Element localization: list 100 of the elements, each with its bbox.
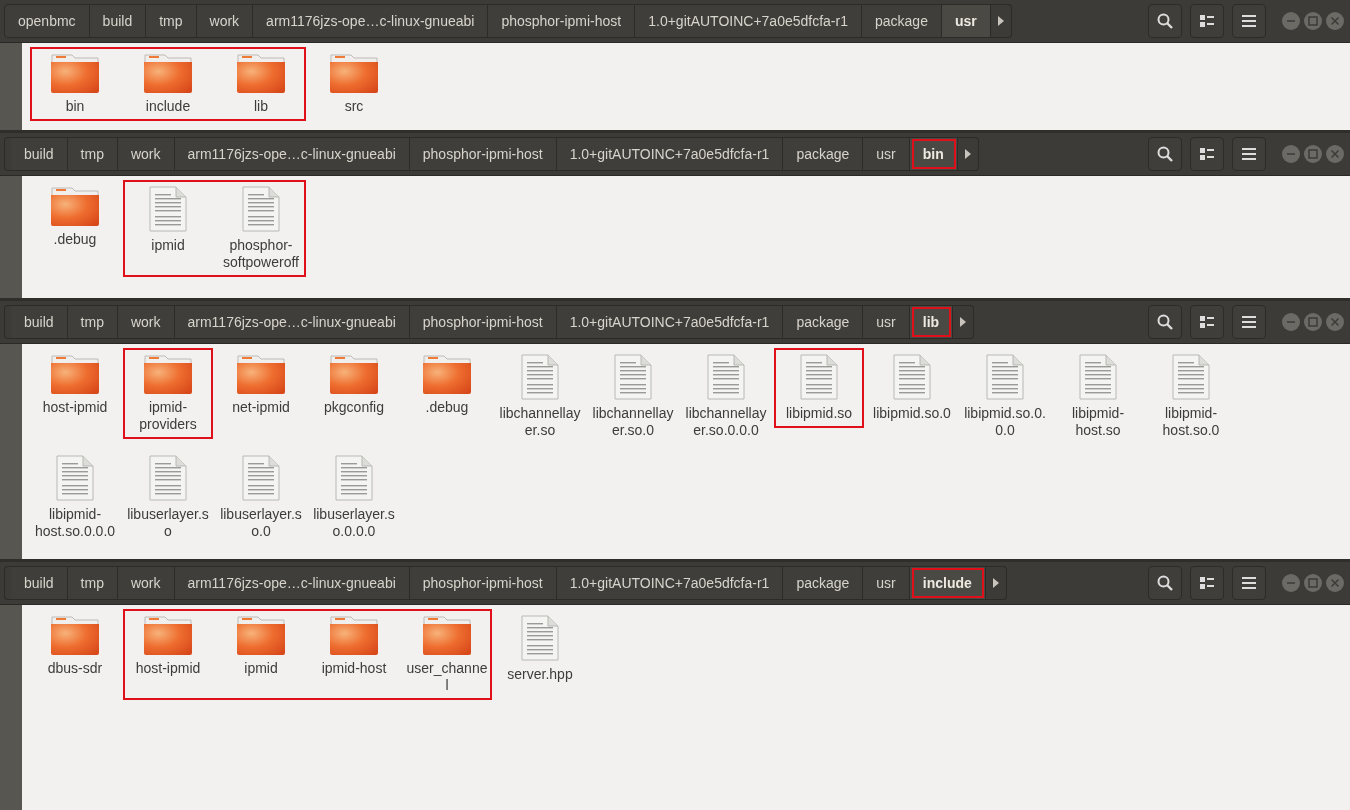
breadcrumb-button[interactable]: build: [11, 305, 68, 339]
document-icon: [149, 455, 187, 501]
folder-item[interactable]: host-ipmid: [32, 350, 118, 443]
folder-icon: [51, 186, 99, 226]
file-item[interactable]: libipmid-host.so.0.0.0: [32, 451, 118, 544]
breadcrumb-button[interactable]: phosphor-ipmi-host: [409, 137, 557, 171]
search-button[interactable]: [1148, 4, 1182, 38]
folder-item[interactable]: net-ipmid: [218, 350, 304, 443]
file-item[interactable]: phosphor-softpoweroff: [218, 182, 304, 275]
list-view-icon: [1200, 577, 1214, 589]
next-crumb-button[interactable]: [985, 566, 1007, 600]
folder-item[interactable]: .debug: [404, 350, 490, 443]
breadcrumb-button[interactable]: arm1176jzs-ope…c-linux-gnueabi: [174, 137, 410, 171]
breadcrumb-button[interactable]: package: [783, 305, 864, 339]
document-icon: [986, 354, 1024, 400]
menu-button[interactable]: [1232, 566, 1266, 600]
file-item[interactable]: server.hpp: [497, 611, 583, 698]
breadcrumb-button[interactable]: bin: [909, 137, 958, 171]
search-button[interactable]: [1148, 137, 1182, 171]
next-crumb-button[interactable]: [957, 137, 979, 171]
file-item[interactable]: libipmid.so: [776, 350, 862, 426]
folder-item[interactable]: .debug: [32, 182, 118, 275]
folder-item[interactable]: include: [125, 49, 211, 119]
file-item[interactable]: libchannellayer.so.0: [590, 350, 676, 443]
file-name: libipmid-host.so: [1070, 405, 1126, 439]
file-name: libuserlayer.so.0: [220, 506, 302, 540]
search-icon: [1157, 13, 1173, 29]
folder-item[interactable]: dbus-sdr: [32, 611, 118, 698]
breadcrumb-button[interactable]: work: [117, 137, 175, 171]
file-item[interactable]: libchannellayer.so.0.0.0: [683, 350, 769, 443]
breadcrumb-button[interactable]: phosphor-ipmi-host: [409, 305, 557, 339]
breadcrumb-button[interactable]: 1.0+gitAUTOINC+7a0e5dfcfa-r1: [556, 137, 784, 171]
folder-item[interactable]: host-ipmid: [125, 611, 211, 698]
file-item[interactable]: libipmid-host.so: [1055, 350, 1141, 443]
breadcrumb-button[interactable]: lib: [909, 305, 954, 339]
view-button[interactable]: [1190, 566, 1224, 600]
file-item[interactable]: libipmid.so.0: [869, 350, 955, 443]
file-name: libuserlayer.so.0.0.0: [313, 506, 395, 540]
breadcrumb-button[interactable]: arm1176jzs-ope…c-linux-gnueabi: [174, 566, 410, 600]
folder-item[interactable]: bin: [32, 49, 118, 119]
search-button[interactable]: [1148, 305, 1182, 339]
file-item[interactable]: libchannellayer.so: [497, 350, 583, 443]
breadcrumb-button[interactable]: phosphor-ipmi-host: [409, 566, 557, 600]
file-name: dbus-sdr: [46, 660, 104, 677]
breadcrumb-button[interactable]: 1.0+gitAUTOINC+7a0e5dfcfa-r1: [556, 566, 784, 600]
file-item[interactable]: ipmid: [125, 182, 211, 275]
breadcrumb-button[interactable]: work: [196, 4, 254, 38]
folder-item[interactable]: user_channel: [404, 611, 490, 698]
folder-item[interactable]: lib: [218, 49, 304, 119]
breadcrumb-button[interactable]: usr: [863, 566, 910, 600]
breadcrumb-button[interactable]: 1.0+gitAUTOINC+7a0e5dfcfa-r1: [556, 305, 784, 339]
search-icon: [1157, 146, 1173, 162]
breadcrumb-button[interactable]: package: [783, 137, 864, 171]
breadcrumb-button[interactable]: tmp: [146, 4, 197, 38]
breadcrumb-button[interactable]: usr: [863, 137, 910, 171]
breadcrumb-button[interactable]: package: [862, 4, 942, 38]
folder-icon: [237, 615, 285, 655]
file-item[interactable]: libipmid.so.0.0.0: [962, 350, 1048, 443]
file-name: libipmid-host.so.0.0.0: [34, 506, 116, 540]
folder-item[interactable]: src: [311, 49, 397, 119]
breadcrumb-button[interactable]: openbmc: [4, 4, 90, 38]
folder-item[interactable]: ipmid-host: [311, 611, 397, 698]
menu-button[interactable]: [1232, 4, 1266, 38]
search-button[interactable]: [1148, 566, 1182, 600]
view-button[interactable]: [1190, 4, 1224, 38]
breadcrumb-button[interactable]: work: [117, 305, 175, 339]
breadcrumb-button[interactable]: usr: [941, 4, 991, 38]
breadcrumb-button[interactable]: build: [11, 137, 68, 171]
folder-item[interactable]: ipmid: [218, 611, 304, 698]
breadcrumb-button[interactable]: build: [89, 4, 147, 38]
breadcrumb-button[interactable]: package: [783, 566, 864, 600]
view-button[interactable]: [1190, 305, 1224, 339]
next-crumb-button[interactable]: [953, 305, 975, 339]
breadcrumb-button[interactable]: work: [117, 566, 175, 600]
file-item[interactable]: libuserlayer.so.0.0.0: [311, 451, 397, 544]
menu-button[interactable]: [1232, 305, 1266, 339]
document-icon: [335, 455, 373, 501]
breadcrumb-button[interactable]: tmp: [67, 305, 118, 339]
breadcrumb-button[interactable]: arm1176jzs-ope…c-linux-gnueabi: [174, 305, 410, 339]
folder-icon: [423, 354, 471, 394]
menu-icon: [1242, 15, 1256, 27]
breadcrumb-button[interactable]: arm1176jzs-ope…c-linux-gnueabi: [253, 4, 489, 38]
file-item[interactable]: libipmid-host.so.0: [1148, 350, 1234, 443]
breadcrumb-button[interactable]: usr: [863, 305, 910, 339]
breadcrumb-button[interactable]: tmp: [67, 137, 118, 171]
next-crumb-button[interactable]: [990, 4, 1012, 38]
folder-item[interactable]: ipmid-providers: [125, 350, 211, 437]
breadcrumb-button[interactable]: build: [11, 566, 68, 600]
breadcrumb-button[interactable]: include: [909, 566, 986, 600]
menu-button[interactable]: [1232, 137, 1266, 171]
breadcrumb-button[interactable]: tmp: [67, 566, 118, 600]
folder-icon: [330, 354, 378, 394]
breadcrumb-button[interactable]: 1.0+gitAUTOINC+7a0e5dfcfa-r1: [635, 4, 862, 38]
view-button[interactable]: [1190, 137, 1224, 171]
file-item[interactable]: libuserlayer.so: [125, 451, 211, 544]
folder-item[interactable]: pkgconfig: [311, 350, 397, 443]
file-item[interactable]: libuserlayer.so.0: [218, 451, 304, 544]
menu-icon: [1242, 577, 1256, 589]
document-icon: [149, 186, 187, 232]
breadcrumb-button[interactable]: phosphor-ipmi-host: [488, 4, 636, 38]
